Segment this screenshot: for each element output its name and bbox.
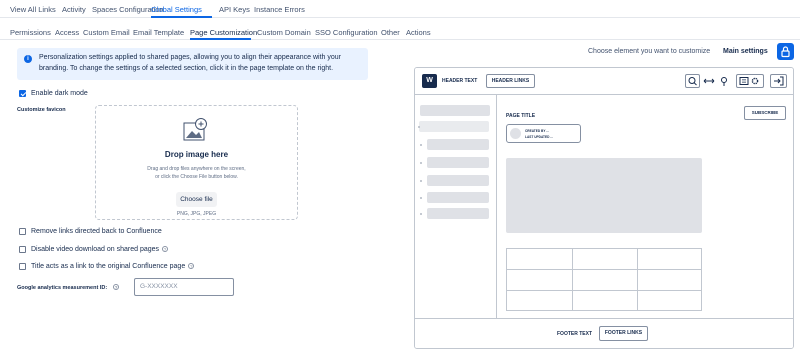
title-link-label: Title acts as a link to the original Con… (31, 263, 195, 270)
favicon-label: Customize favicon (17, 107, 66, 113)
layout-settings-icon (739, 77, 759, 85)
sidebar-bullet (420, 162, 422, 164)
help-icon[interactable]: ? (162, 246, 169, 252)
sub-nav: Permissions Access Custom Email Email Te… (0, 24, 800, 40)
analytics-id-input[interactable]: G-XXXXXXX (134, 278, 234, 296)
preview-footer[interactable]: FOOTER TEXT FOOTER LINKS (415, 318, 793, 348)
tab-view-all-links[interactable]: View All Links (10, 5, 56, 14)
info-icon: i (24, 55, 32, 63)
analytics-label: Google analytics measurement ID:? (17, 284, 120, 291)
sidebar-placeholder (427, 139, 489, 150)
tab-sso-configuration[interactable]: SSO Configuration (315, 28, 378, 37)
created-by-text: CREATED BY ... (525, 129, 549, 133)
disable-video-download-label: Disable video download on shared pages? (31, 246, 169, 253)
choose-file-button[interactable]: Choose file (176, 192, 217, 207)
tab-api-keys[interactable]: API Keys (219, 5, 250, 14)
top-nav: View All Links Activity Spaces Configura… (0, 0, 800, 18)
remove-links-label: Remove links directed back to Confluence (31, 228, 162, 235)
active-subtab-indicator (190, 38, 251, 40)
sidebar-placeholder (420, 105, 490, 116)
sidebar-bullet (420, 197, 422, 199)
preview-footer-links[interactable]: FOOTER LINKS (599, 326, 648, 341)
active-tab-indicator (151, 16, 212, 18)
info-text-line-1: Personalization settings applied to shar… (39, 54, 341, 61)
preview-header-text[interactable]: HEADER TEXT (442, 78, 477, 84)
sidebar-bullet (420, 213, 422, 215)
tab-permissions[interactable]: Permissions (10, 28, 51, 37)
remove-links-checkbox[interactable] (19, 228, 26, 235)
avatar (510, 128, 521, 139)
preview-header-links[interactable]: HEADER LINKS (486, 74, 535, 88)
tab-custom-email[interactable]: Custom Email (83, 28, 130, 37)
preview-sidebar[interactable] (415, 95, 497, 318)
info-text-line-2: branding. To change the settings of a se… (39, 65, 334, 72)
tab-actions[interactable]: Actions (406, 28, 431, 37)
help-icon[interactable]: ? (113, 284, 120, 290)
width-toggle-icon[interactable] (703, 74, 715, 88)
last-updated-text: LAST UPDATED ... (525, 135, 553, 139)
content-placeholder-table (506, 248, 702, 311)
login-icon (774, 76, 784, 86)
preview-logo[interactable]: W (422, 74, 437, 88)
preview-search-button[interactable] (685, 74, 700, 88)
preview-subscribe-button[interactable]: SUBSCRIBE (744, 106, 786, 120)
sidebar-placeholder (427, 157, 489, 168)
content-placeholder-block (506, 158, 702, 233)
preview-footer-text[interactable]: FOOTER TEXT (557, 331, 592, 337)
sidebar-placeholder (427, 175, 489, 186)
sidebar-placeholder (427, 192, 489, 203)
preview-author-card[interactable]: CREATED BY ... LAST UPDATED ... (506, 124, 581, 143)
preview-view-options[interactable] (736, 74, 764, 88)
tab-access[interactable]: Access (55, 28, 79, 37)
add-image-icon (183, 118, 207, 141)
customize-hint: Choose element you want to customize (588, 48, 711, 55)
favicon-dropzone[interactable]: Drop image here Drag and drop files anyw… (95, 105, 298, 220)
sidebar-bullet (420, 180, 422, 182)
main-settings-link[interactable]: Main settings (723, 48, 768, 55)
lock-icon (781, 46, 790, 58)
drop-title: Drop image here (164, 150, 229, 159)
location-icon[interactable] (719, 74, 729, 88)
page-template-preview: W HEADER TEXT HEADER LINKS PAGE TITLE SU… (414, 67, 794, 349)
lock-button[interactable] (777, 43, 794, 60)
search-icon (688, 77, 697, 86)
tab-page-customization[interactable]: Page Customization (190, 28, 257, 37)
dark-mode-label: Enable dark mode (31, 90, 88, 97)
disable-video-download-checkbox[interactable] (19, 246, 26, 253)
tab-instance-errors[interactable]: Instance Errors (254, 5, 305, 14)
sidebar-bullet (418, 126, 420, 128)
info-banner: i Personalization settings applied to sh… (17, 48, 368, 80)
file-types: PNG, JPG, JPEG (176, 211, 217, 217)
preview-login-button[interactable] (770, 74, 787, 88)
drop-description-2: or click the Choose File button below. (155, 174, 238, 180)
preview-content[interactable]: PAGE TITLE SUBSCRIBE CREATED BY ... LAST… (497, 95, 793, 318)
tab-activity[interactable]: Activity (62, 5, 86, 14)
tab-email-template[interactable]: Email Template (133, 28, 184, 37)
sidebar-bullet (420, 144, 422, 146)
preview-page-title[interactable]: PAGE TITLE (506, 113, 535, 119)
drop-description-1: Drag and drop files anywhere on the scre… (147, 166, 246, 172)
tab-other[interactable]: Other (381, 28, 400, 37)
dark-mode-checkbox[interactable] (19, 90, 26, 97)
sidebar-placeholder (427, 208, 489, 219)
tab-global-settings[interactable]: Global Settings (151, 5, 202, 14)
tab-custom-domain[interactable]: Custom Domain (257, 28, 311, 37)
sidebar-placeholder (419, 121, 489, 132)
help-icon[interactable]: ? (188, 263, 195, 269)
title-link-checkbox[interactable] (19, 263, 26, 270)
preview-header[interactable]: W HEADER TEXT HEADER LINKS (415, 68, 793, 95)
